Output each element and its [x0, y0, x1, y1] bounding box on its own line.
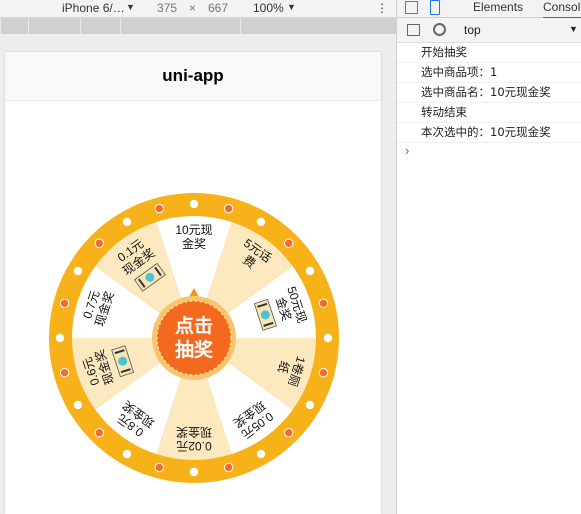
- rim-light: [305, 400, 315, 410]
- device-select[interactable]: iPhone 6/…: [62, 1, 125, 15]
- console-message: 选中商品名：10元现金奖: [397, 83, 581, 103]
- chevron-down-icon[interactable]: ▼: [569, 24, 578, 34]
- clear-console-icon[interactable]: [433, 23, 446, 36]
- rim-light: [59, 298, 70, 309]
- rim-light: [284, 238, 294, 248]
- rim-light: [223, 462, 234, 473]
- console-message: 选中商品项：1: [397, 63, 581, 83]
- device-toggle-icon[interactable]: [430, 0, 440, 15]
- console-toolbar: top ▼: [397, 18, 581, 43]
- rim-light: [122, 217, 132, 227]
- console-message: 开始抽奖: [397, 43, 581, 63]
- context-select[interactable]: top: [464, 23, 481, 37]
- phone-viewport: uni-app 10元现 金奖 5元话费 50元现 金奖 1卷厕纸 0.05元 现金奖 0.02…: [5, 52, 381, 514]
- chevron-down-icon[interactable]: ▼: [126, 2, 135, 12]
- rim-light: [305, 266, 315, 276]
- rim-light: [223, 203, 234, 214]
- start-button-label[interactable]: 点击: [175, 315, 213, 337]
- prize-text: 现金奖: [176, 425, 212, 440]
- device-toolbar: iPhone 6/… ▼ 375 × 667 100% ▼ ⋮: [0, 0, 396, 18]
- rim-light: [256, 217, 266, 227]
- rim-light: [256, 449, 266, 459]
- tab-console[interactable]: Console: [543, 0, 581, 19]
- rim-light: [73, 400, 83, 410]
- rim-light: [94, 238, 104, 248]
- rim-light: [122, 449, 132, 459]
- console-message: 转动结束: [397, 103, 581, 123]
- inspect-icon[interactable]: [405, 1, 418, 14]
- devtools-panel: Elements Console top ▼ 开始抽奖 选中商品项：1 选中商品…: [396, 0, 581, 514]
- prize-text: 0.02元: [176, 439, 211, 453]
- prize-text: 金奖: [182, 236, 206, 251]
- devtools-tabs: Elements Console: [397, 0, 581, 19]
- rim-light: [318, 298, 329, 309]
- chevron-down-icon[interactable]: ▼: [287, 2, 296, 12]
- rim-light: [323, 333, 333, 343]
- sidebar-toggle-icon[interactable]: [407, 24, 420, 36]
- rim-light: [189, 199, 199, 209]
- rim-light: [318, 367, 329, 378]
- width-input[interactable]: 375: [157, 1, 177, 15]
- height-input[interactable]: 667: [208, 1, 228, 15]
- media-ruler: [0, 18, 397, 34]
- start-button[interactable]: [156, 300, 232, 376]
- zoom-select[interactable]: 100%: [253, 1, 284, 15]
- rim-light: [189, 467, 199, 477]
- times-label: ×: [189, 1, 197, 15]
- prize-text: 10元现: [175, 223, 212, 237]
- rim-light: [94, 428, 104, 438]
- console-prompt[interactable]: ›: [397, 143, 581, 159]
- rim-light: [55, 333, 65, 343]
- rim-light: [59, 367, 70, 378]
- rim-light: [154, 462, 165, 473]
- rim-light: [73, 266, 83, 276]
- lottery-wheel: 10元现金奖 5元话费50元现金奖1卷厕纸0.05元现金奖0.02元现金奖0.8元…: [49, 193, 339, 483]
- console-message: 本次选中的：10元现金奖: [397, 123, 581, 143]
- tab-elements[interactable]: Elements: [473, 0, 523, 17]
- console-log-list: 开始抽奖 选中商品项：1 选中商品名：10元现金奖 转动结束 本次选中的：10元…: [397, 43, 581, 159]
- rim-light: [154, 203, 165, 214]
- rim-light: [284, 428, 294, 438]
- start-button-label[interactable]: 抽奖: [175, 338, 214, 361]
- more-icon[interactable]: ⋮: [376, 1, 388, 15]
- prize-label: 0.02元现金奖: [176, 425, 212, 453]
